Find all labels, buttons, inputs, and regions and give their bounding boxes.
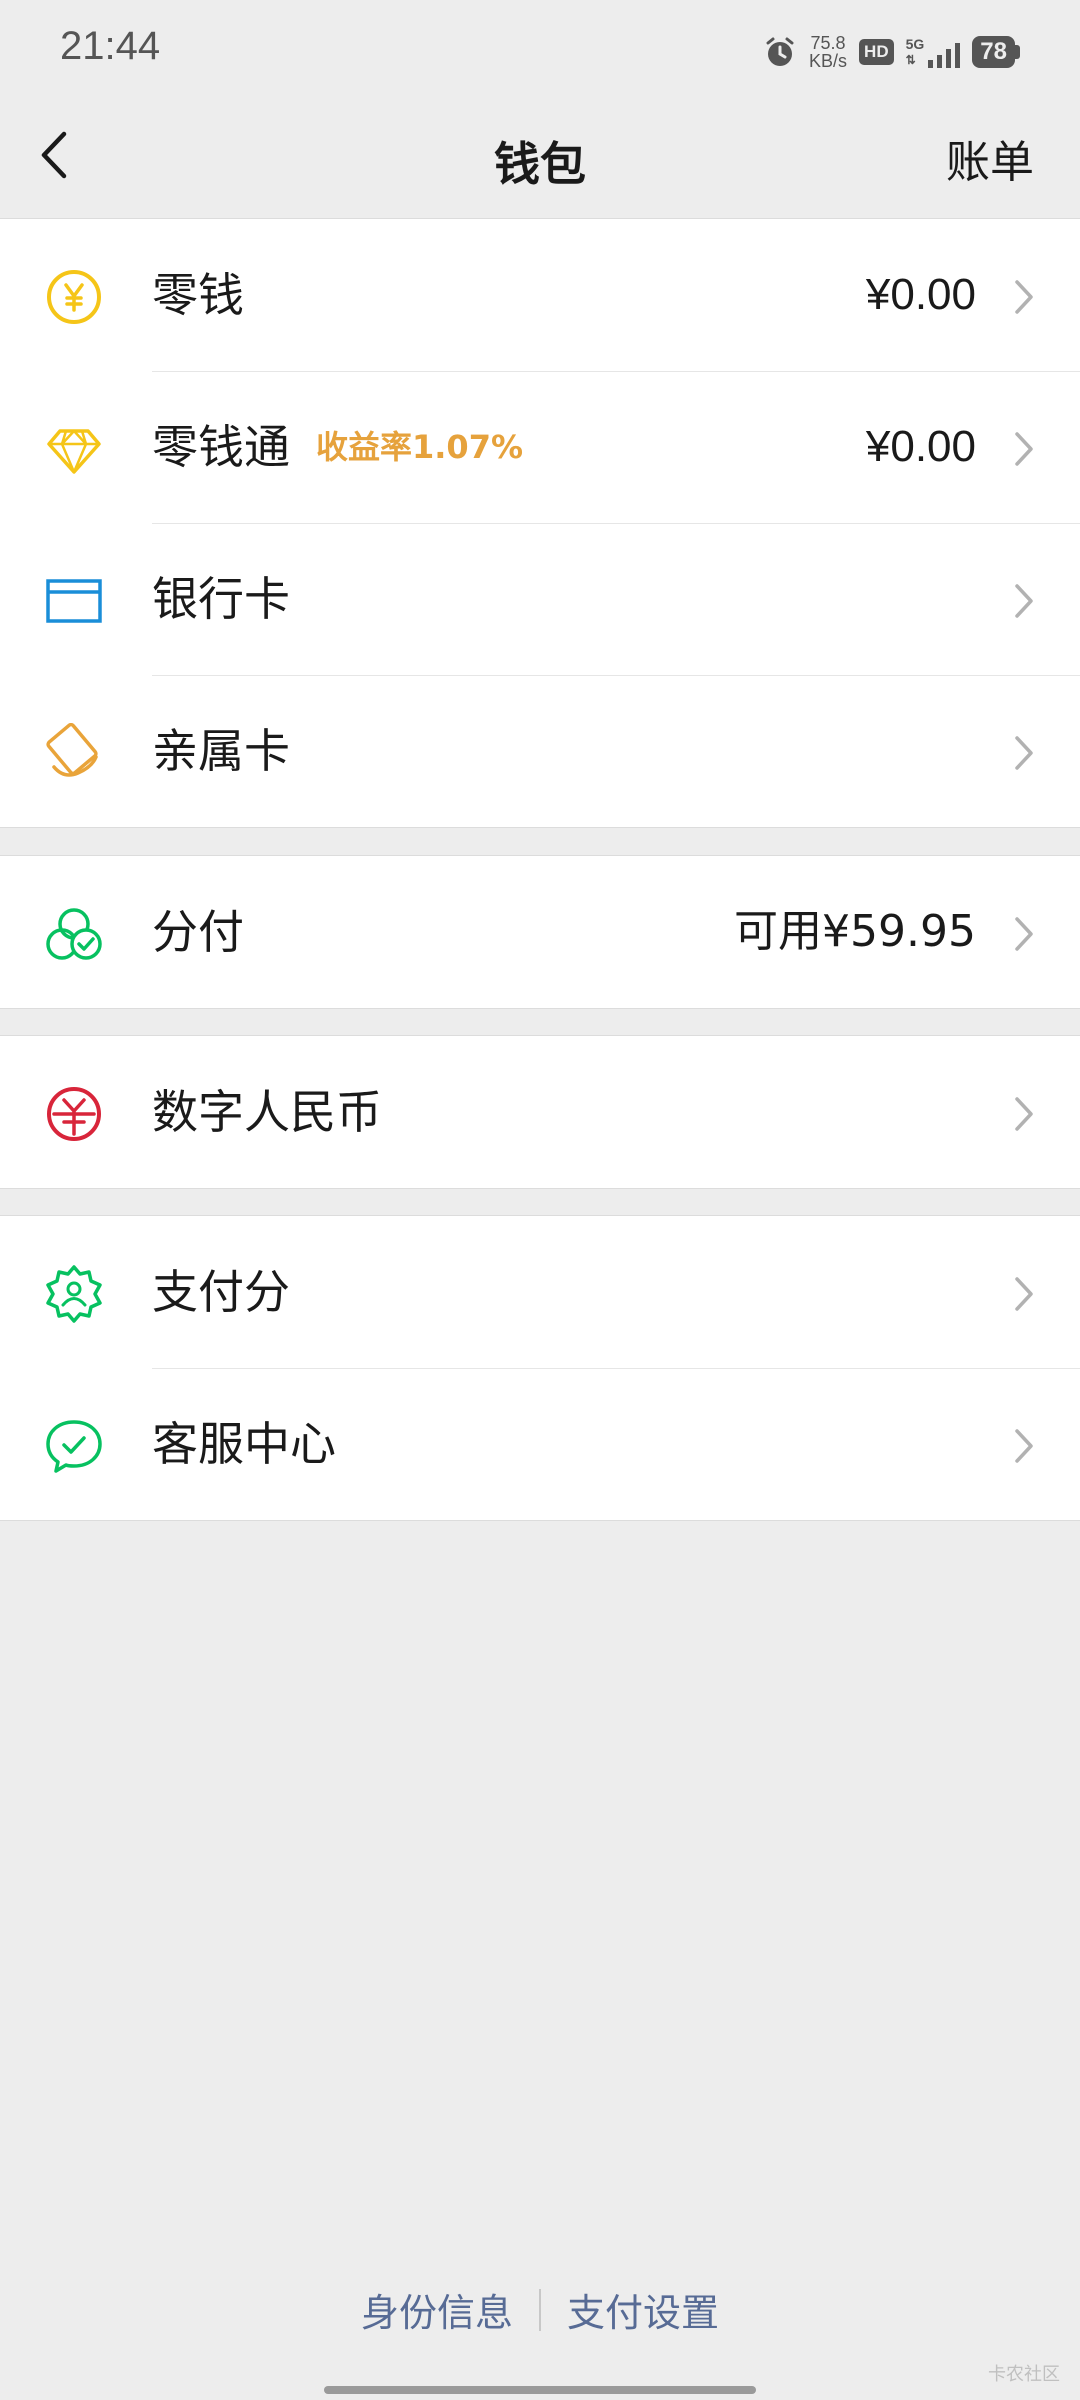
home-indicator[interactable] bbox=[324, 2386, 756, 2394]
customer-service-icon bbox=[46, 1420, 102, 1473]
bill-button[interactable]: 账单 bbox=[946, 126, 1034, 190]
status-icons: 75.8 KB/s HD 5G ⇅ 78 bbox=[763, 30, 1020, 74]
list-item-lingqiantong[interactable]: 零钱通 收益率1.07% ¥0.00 bbox=[0, 371, 1080, 523]
list-item-change[interactable]: 零钱 ¥0.00 bbox=[0, 219, 1080, 371]
family-card-icon bbox=[46, 723, 98, 777]
data-arrows-icon: ⇅ bbox=[905, 53, 916, 67]
list-item-label: 零钱通 收益率1.07% bbox=[152, 419, 523, 475]
list-item-label: 分付 bbox=[152, 905, 244, 959]
list-item-label: 支付分 bbox=[152, 1265, 290, 1319]
chevron-right-icon bbox=[1015, 1097, 1033, 1131]
available-credit: 可用¥59.95 bbox=[734, 906, 976, 957]
battery-tip bbox=[1015, 45, 1020, 59]
list-item-label: 银行卡 bbox=[152, 572, 290, 626]
ecny-group: 数字人民币 bbox=[0, 1035, 1080, 1189]
list-item-label: 客服中心 bbox=[152, 1417, 336, 1471]
network-type-label: 5G bbox=[905, 36, 925, 52]
chevron-right-icon bbox=[1015, 1429, 1033, 1463]
alarm-icon bbox=[766, 37, 794, 66]
chevron-right-icon bbox=[1015, 280, 1033, 314]
hd-badge: HD bbox=[859, 39, 894, 65]
bank-card-icon bbox=[46, 579, 102, 623]
services-group: 支付分 客服中心 bbox=[0, 1215, 1080, 1521]
battery-level: 78 bbox=[972, 36, 1015, 68]
signal-group: 5G ⇅ bbox=[906, 36, 961, 68]
yuan-coin-icon bbox=[47, 270, 101, 324]
balance-value: ¥0.00 bbox=[865, 422, 976, 471]
diamond-icon bbox=[47, 429, 101, 474]
chevron-right-icon bbox=[1015, 917, 1033, 951]
fenfu-icon bbox=[46, 908, 102, 960]
status-time: 21:44 bbox=[60, 24, 161, 68]
network-speed: 75.8 KB/s bbox=[809, 34, 847, 70]
payscore-icon bbox=[46, 1265, 102, 1323]
signal-icon bbox=[928, 43, 961, 68]
status-bar: 21:44 75.8 KB/s HD 5G ⇅ 78 bbox=[0, 0, 1080, 100]
list-item-label: 亲属卡 bbox=[152, 724, 290, 778]
network-type: 5G ⇅ bbox=[906, 36, 925, 68]
chevron-right-icon bbox=[1015, 432, 1033, 466]
digital-rmb-icon bbox=[47, 1087, 101, 1141]
identity-info-link[interactable]: 身份信息 bbox=[335, 2282, 539, 2337]
watermark: 卡农社区 bbox=[988, 2364, 1060, 2385]
list-item-label: 数字人民币 bbox=[152, 1085, 382, 1139]
list-item-bank-card[interactable]: 银行卡 bbox=[0, 523, 1080, 675]
wallet-group: 零钱 ¥0.00 零钱通 收益率1.07% ¥0.00 银行卡 亲属卡 bbox=[0, 218, 1080, 828]
list-item-label-text: 零钱通 bbox=[152, 420, 290, 474]
list-item-digital-rmb[interactable]: 数字人民币 bbox=[0, 1036, 1080, 1188]
footer-links: 身份信息 支付设置 bbox=[0, 2282, 1080, 2337]
list-item-fenfu[interactable]: 分付 可用¥59.95 bbox=[0, 856, 1080, 1008]
network-speed-unit: KB/s bbox=[809, 51, 848, 71]
list-item-family-card[interactable]: 亲属卡 bbox=[0, 675, 1080, 827]
network-speed-value: 75.8 bbox=[810, 33, 846, 53]
chevron-right-icon bbox=[1015, 736, 1033, 770]
nav-bar: 钱包 账单 bbox=[0, 100, 1080, 218]
yield-rate-tag: 收益率1.07% bbox=[316, 428, 524, 466]
list-item-payscore[interactable]: 支付分 bbox=[0, 1216, 1080, 1368]
balance-value: ¥0.00 bbox=[865, 270, 976, 319]
page-title: 钱包 bbox=[494, 137, 586, 191]
credit-group: 分付 可用¥59.95 bbox=[0, 855, 1080, 1009]
payment-settings-link[interactable]: 支付设置 bbox=[541, 2282, 745, 2337]
chevron-right-icon bbox=[1015, 584, 1033, 618]
battery-indicator: 78 bbox=[972, 36, 1020, 68]
list-item-label: 零钱 bbox=[152, 268, 244, 322]
list-item-customer-service[interactable]: 客服中心 bbox=[0, 1368, 1080, 1520]
chevron-right-icon bbox=[1015, 1277, 1033, 1311]
